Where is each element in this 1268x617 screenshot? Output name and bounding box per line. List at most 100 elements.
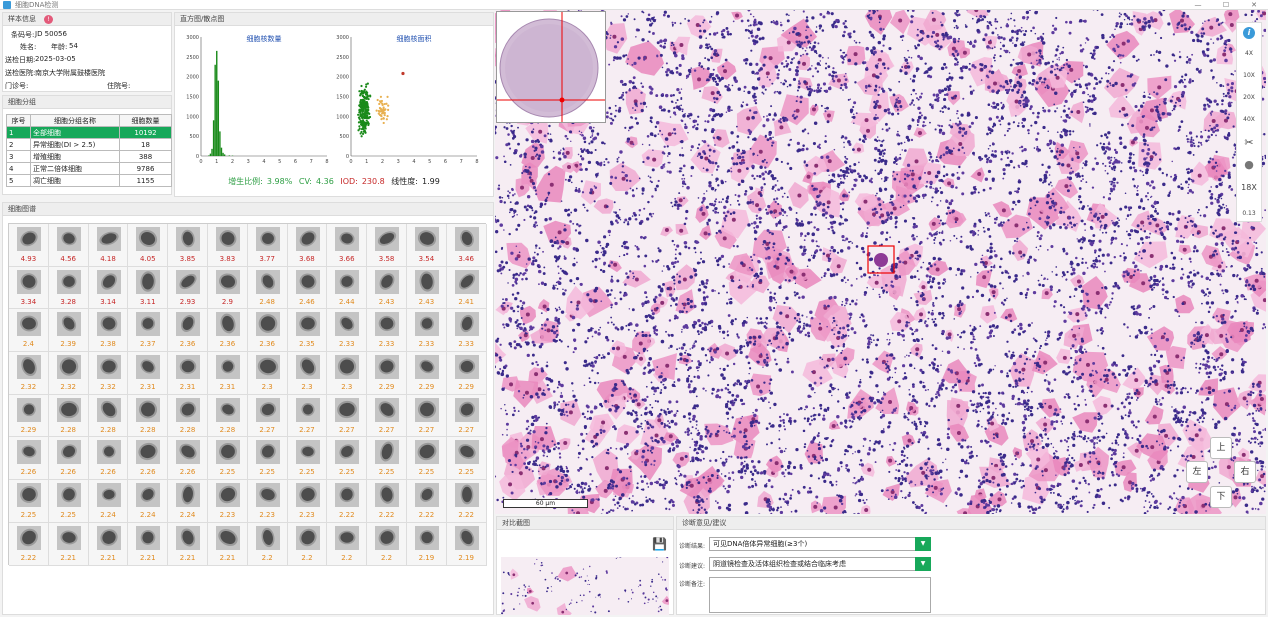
gallery-cell[interactable]: 2.27 — [446, 394, 487, 438]
gallery-cell[interactable]: 2.29 — [446, 352, 487, 395]
gallery-cell[interactable]: 4.56 — [48, 224, 89, 267]
gallery-cell[interactable]: 3.54 — [406, 224, 447, 267]
gallery-cell[interactable]: 2.21 — [207, 522, 248, 566]
gallery-cell[interactable]: 3.11 — [128, 266, 169, 310]
gallery-cell[interactable]: 2.36 — [207, 309, 248, 353]
gallery-cell[interactable]: 2.28 — [48, 394, 89, 438]
table-row[interactable]: 1 全部细胞 10192 — [6, 126, 172, 139]
gallery-cell[interactable]: 2.38 — [88, 309, 129, 353]
gallery-cell[interactable]: 2.43 — [406, 266, 447, 310]
gallery-cell[interactable]: 4.18 — [88, 224, 129, 267]
gallery-cell[interactable]: 2.39 — [48, 309, 89, 353]
gallery-cell[interactable]: 3.34 — [9, 266, 49, 310]
warning-icon[interactable]: ! — [44, 14, 53, 24]
gallery-cell[interactable]: 2.26 — [9, 437, 49, 481]
gallery-cell[interactable]: 3.77 — [247, 224, 288, 267]
gallery-cell[interactable]: 2.22 — [406, 480, 447, 523]
gallery-cell[interactable]: 2.27 — [287, 394, 328, 438]
gallery-cell[interactable]: 2.26 — [128, 437, 169, 481]
gallery-cell[interactable]: 2.44 — [327, 266, 368, 310]
tissue-image[interactable] — [495, 10, 1266, 514]
gallery-cell[interactable]: 3.58 — [367, 224, 407, 267]
gallery-cell[interactable]: 3.14 — [88, 266, 129, 310]
gallery-cell[interactable]: 2.29 — [9, 394, 49, 438]
gallery-cell[interactable]: 2.31 — [207, 352, 248, 395]
gallery-cell[interactable]: 2.27 — [247, 394, 288, 438]
gallery-cell[interactable]: 4.05 — [128, 224, 169, 267]
gallery-cell[interactable]: 2.9 — [207, 266, 248, 310]
gallery-cell[interactable]: 2.46 — [287, 266, 328, 310]
gallery-cell[interactable]: 2.25 — [446, 437, 487, 481]
gallery-cell[interactable]: 2.27 — [406, 394, 447, 438]
gallery-cell[interactable]: 2.36 — [168, 309, 208, 353]
gallery-cell[interactable]: 2.24 — [88, 480, 129, 523]
gallery-cell[interactable]: 2.31 — [128, 352, 169, 395]
gallery-cell[interactable]: 2.32 — [9, 352, 49, 395]
gallery-cell[interactable]: 3.46 — [446, 224, 487, 267]
gallery-cell[interactable]: 2.93 — [168, 266, 208, 310]
gallery-cell[interactable]: 2.25 — [327, 437, 368, 481]
gallery-cell[interactable]: 2.25 — [207, 437, 248, 481]
gallery-cell[interactable]: 2.28 — [168, 394, 208, 438]
gallery-cell[interactable]: 2.26 — [48, 437, 89, 481]
gallery-cell[interactable]: 2.25 — [9, 480, 49, 523]
maximize-button[interactable]: ☐ — [1212, 0, 1240, 10]
gallery-cell[interactable]: 2.35 — [287, 309, 328, 353]
gallery-cell[interactable]: 3.28 — [48, 266, 89, 310]
gallery-cell[interactable]: 2.21 — [48, 522, 89, 566]
gallery-cell[interactable]: 2.33 — [367, 309, 407, 353]
gallery-cell[interactable]: 3.85 — [168, 224, 208, 267]
gallery-cell[interactable]: 2.28 — [88, 394, 129, 438]
gallery-cell[interactable]: 2.22 — [9, 522, 49, 566]
gallery-cell[interactable]: 2.25 — [406, 437, 447, 481]
gallery-cell[interactable]: 2.25 — [367, 437, 407, 481]
gallery-cell[interactable]: 2.24 — [168, 480, 208, 523]
gallery-cell[interactable]: 2.33 — [327, 309, 368, 353]
gallery-cell[interactable]: 2.32 — [88, 352, 129, 395]
gallery-cell[interactable]: 2.48 — [247, 266, 288, 310]
gallery-cell[interactable]: 2.3 — [327, 352, 368, 395]
gallery-cell[interactable]: 2.36 — [247, 309, 288, 353]
gallery-cell[interactable]: 2.2 — [247, 522, 288, 566]
table-row[interactable]: 2 异常细胞(DI > 2.5) 18 — [6, 138, 172, 151]
gallery-cell[interactable]: 2.25 — [247, 437, 288, 481]
slide-viewer[interactable]: 60 μm — [495, 10, 1266, 514]
gallery-cell[interactable]: 3.83 — [207, 224, 248, 267]
gallery-cell[interactable]: 2.4 — [9, 309, 49, 353]
gallery-cell[interactable]: 3.66 — [327, 224, 368, 267]
gallery-cell[interactable]: 2.22 — [446, 480, 487, 523]
gallery-cell[interactable]: 2.23 — [247, 480, 288, 523]
gallery-cell[interactable]: 2.37 — [128, 309, 169, 353]
gallery-cell[interactable]: 2.27 — [327, 394, 368, 438]
gallery-cell[interactable]: 2.33 — [406, 309, 447, 353]
minimize-button[interactable]: — — [1184, 0, 1212, 10]
gallery-cell[interactable]: 2.21 — [128, 522, 169, 566]
gallery-cell[interactable]: 2.26 — [168, 437, 208, 481]
gallery-cell[interactable]: 2.2 — [367, 522, 407, 566]
gallery-cell[interactable]: 2.19 — [406, 522, 447, 566]
gallery-cell[interactable]: 2.29 — [406, 352, 447, 395]
close-button[interactable]: ✕ — [1240, 0, 1268, 10]
gallery-cell[interactable]: 2.22 — [367, 480, 407, 523]
gallery-cell[interactable]: 2.26 — [88, 437, 129, 481]
gallery-cell[interactable]: 2.23 — [287, 480, 328, 523]
gallery-cell[interactable]: 2.23 — [207, 480, 248, 523]
gallery-cell[interactable]: 2.24 — [128, 480, 169, 523]
gallery-cell[interactable]: 2.19 — [446, 522, 487, 566]
gallery-cell[interactable]: 2.27 — [367, 394, 407, 438]
gallery-cell[interactable]: 4.93 — [9, 224, 49, 267]
gallery-cell[interactable]: 2.29 — [367, 352, 407, 395]
gallery-cell[interactable]: 2.28 — [207, 394, 248, 438]
gallery-cell[interactable]: 2.31 — [168, 352, 208, 395]
gallery-cell[interactable]: 2.43 — [367, 266, 407, 310]
gallery-cell[interactable]: 2.3 — [287, 352, 328, 395]
gallery-cell[interactable]: 2.28 — [128, 394, 169, 438]
gallery-cell[interactable]: 2.2 — [287, 522, 328, 566]
gallery-cell[interactable]: 2.41 — [446, 266, 487, 310]
gallery-cell[interactable]: 2.22 — [327, 480, 368, 523]
gallery-cell[interactable]: 2.3 — [247, 352, 288, 395]
gallery-cell[interactable]: 2.25 — [287, 437, 328, 481]
table-row[interactable]: 3 增殖细胞 388 — [6, 150, 172, 163]
gallery-cell[interactable]: 2.21 — [88, 522, 129, 566]
gallery-cell[interactable]: 2.33 — [446, 309, 487, 353]
